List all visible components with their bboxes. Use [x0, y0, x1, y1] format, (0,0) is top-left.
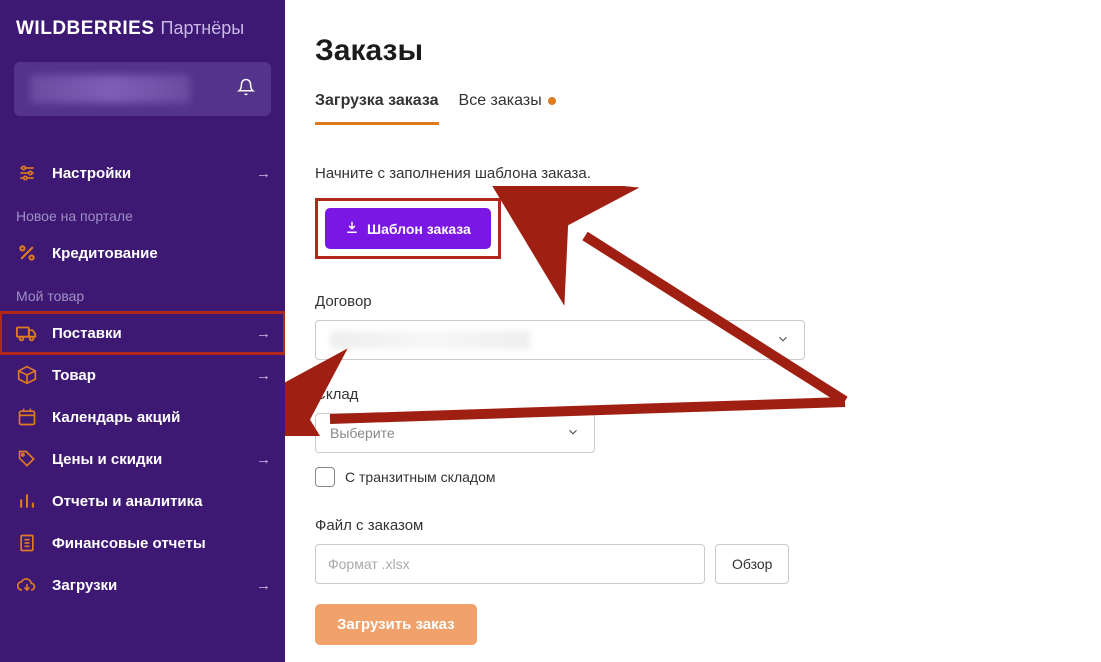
brand-main: WILDBERRIES: [16, 18, 155, 40]
brand-sub: Партнёры: [161, 18, 245, 39]
bar-chart-icon: [16, 490, 38, 512]
truck-icon: [16, 322, 38, 344]
nav-label: Товар: [52, 367, 242, 384]
arrow-right-icon: →: [256, 451, 271, 468]
intro-text: Начните с заполнения шаблона заказа.: [315, 165, 1071, 182]
file-placeholder: Формат .xlsx: [328, 556, 410, 572]
arrow-right-icon: →: [256, 325, 271, 342]
checkbox-box-icon: [315, 467, 335, 487]
contract-value-blurred: [330, 331, 530, 349]
bell-icon[interactable]: [237, 78, 255, 101]
nav-label: Кредитование: [52, 245, 271, 262]
cloud-download-icon: [16, 574, 38, 596]
browse-button[interactable]: Обзор: [715, 544, 789, 584]
percent-icon: [16, 242, 38, 264]
tabs: Загрузка заказа Все заказы: [315, 92, 1071, 125]
tab-all-orders[interactable]: Все заказы: [459, 92, 556, 125]
chevron-down-icon: [776, 332, 790, 349]
warehouse-label: Склад: [315, 386, 1071, 403]
tab-label: Загрузка заказа: [315, 92, 439, 110]
checkbox-label: С транзитным складом: [345, 469, 496, 485]
tag-icon: [16, 448, 38, 470]
sidebar: WILDBERRIES Партнёры Настройки → Новое н…: [0, 0, 285, 662]
nav-prices[interactable]: Цены и скидки →: [0, 438, 285, 480]
box-icon: [16, 364, 38, 386]
upload-order-button[interactable]: Загрузить заказ: [315, 604, 477, 645]
warehouse-select[interactable]: Выберите: [315, 413, 595, 453]
nav-label: Календарь акций: [52, 409, 271, 426]
arrow-right-icon: →: [256, 165, 271, 182]
profile-box[interactable]: [14, 62, 271, 116]
nav-label: Поставки: [52, 325, 242, 342]
nav-credit[interactable]: Кредитование: [0, 232, 285, 274]
file-label: Файл с заказом: [315, 517, 1071, 534]
contract-select[interactable]: [315, 320, 805, 360]
nav-supplies[interactable]: Поставки →: [0, 312, 285, 354]
nav-reports[interactable]: Отчеты и аналитика: [0, 480, 285, 522]
arrow-right-icon: →: [256, 577, 271, 594]
main-content: Заказы Загрузка заказа Все заказы Начнит…: [285, 0, 1101, 662]
nav-goods[interactable]: Товар →: [0, 354, 285, 396]
transit-checkbox[interactable]: С транзитным складом: [315, 467, 1071, 487]
arrow-right-icon: →: [256, 367, 271, 384]
nav-label: Настройки: [52, 165, 242, 182]
download-icon: [345, 220, 359, 237]
nav-label: Финансовые отчеты: [52, 535, 271, 552]
highlight-box: Шаблон заказа: [315, 198, 501, 259]
file-input[interactable]: Формат .xlsx: [315, 544, 705, 584]
tab-label: Все заказы: [459, 92, 542, 110]
chevron-down-icon: [566, 425, 580, 442]
document-icon: [16, 532, 38, 554]
page-title: Заказы: [315, 34, 1071, 68]
nav-finance[interactable]: Финансовые отчеты: [0, 522, 285, 564]
nav-downloads[interactable]: Загрузки →: [0, 564, 285, 606]
brand: WILDBERRIES Партнёры: [0, 18, 285, 54]
section-goods: Мой товар: [0, 274, 285, 312]
contract-label: Договор: [315, 293, 1071, 310]
calendar-icon: [16, 406, 38, 428]
button-label: Шаблон заказа: [367, 221, 471, 237]
notification-dot-icon: [548, 97, 556, 105]
section-new: Новое на портале: [0, 194, 285, 232]
nav-label: Цены и скидки: [52, 451, 242, 468]
sliders-icon: [16, 162, 38, 184]
nav-settings[interactable]: Настройки →: [0, 152, 285, 194]
nav-label: Отчеты и аналитика: [52, 493, 271, 510]
tab-upload-order[interactable]: Загрузка заказа: [315, 92, 439, 125]
download-template-button[interactable]: Шаблон заказа: [325, 208, 491, 249]
nav-calendar[interactable]: Календарь акций: [0, 396, 285, 438]
warehouse-placeholder: Выберите: [330, 425, 395, 441]
nav-label: Загрузки: [52, 577, 242, 594]
profile-name-blurred: [30, 75, 190, 103]
